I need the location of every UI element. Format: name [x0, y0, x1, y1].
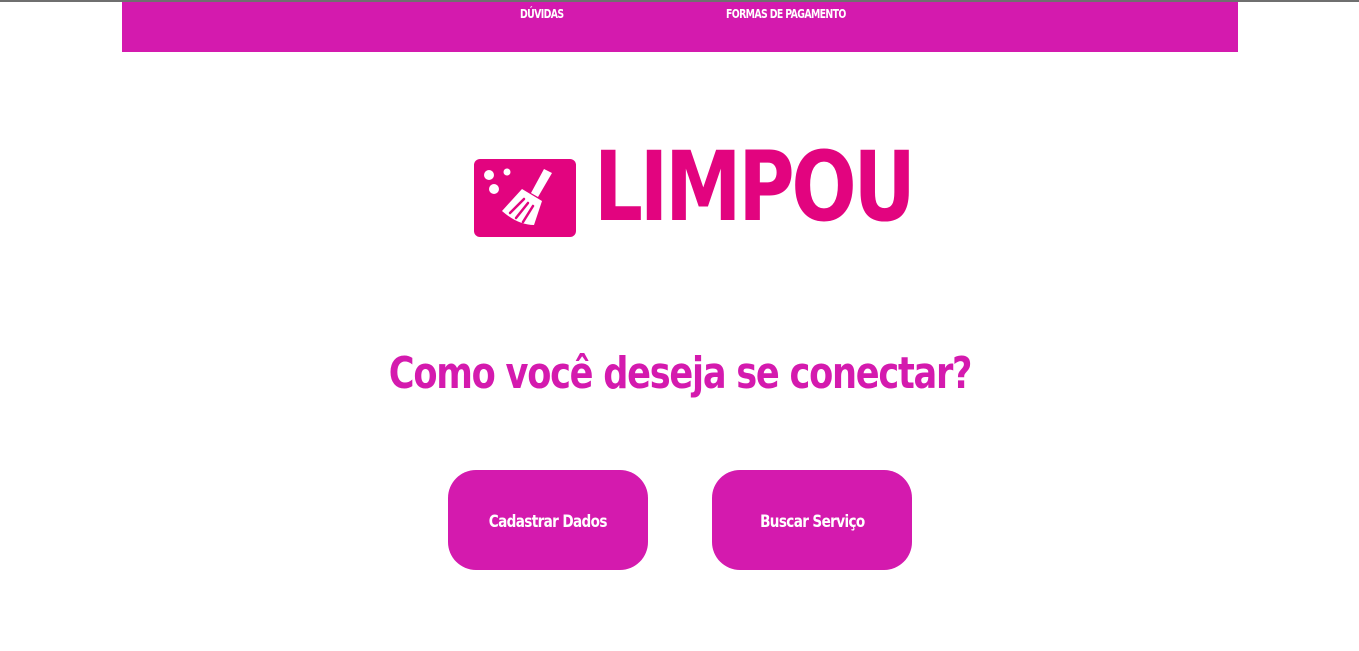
nav-link-formas-de-pagamento[interactable]: FORMAS DE PAGAMENTO: [726, 7, 846, 21]
nav-link-duvidas[interactable]: DÚVIDAS: [520, 7, 564, 21]
limpou-logo: LIMPOU: [474, 139, 916, 239]
connect-question-wrapper: Como você deseja se conectar?: [0, 348, 1359, 401]
connect-question-heading: Como você deseja se conectar?: [388, 348, 972, 399]
buscar-servico-button[interactable]: Buscar Serviço: [712, 470, 912, 570]
top-navbar: DÚVIDAS FORMAS DE PAGAMENTO: [122, 2, 1238, 52]
logo-wordmark: LIMPOU: [594, 131, 916, 243]
cadastrar-dados-label: Cadastrar Dados: [488, 512, 608, 532]
buscar-servico-label: Buscar Serviço: [759, 512, 865, 532]
broom-icon: [474, 159, 576, 237]
cadastrar-dados-button[interactable]: Cadastrar Dados: [448, 470, 648, 570]
